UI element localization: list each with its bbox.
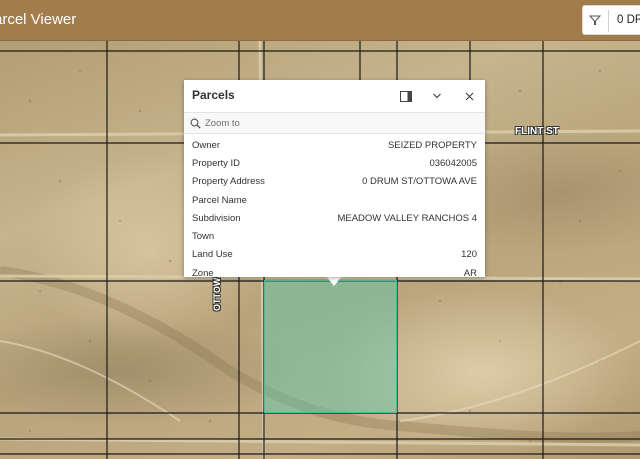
attribute-row: Zone AR <box>184 264 485 277</box>
attribute-row: Town <box>184 227 485 245</box>
filter-icon[interactable] <box>589 14 601 26</box>
attribute-value: AR <box>463 267 477 277</box>
attribute-row: Owner SEIZED PROPERTY <box>184 136 485 154</box>
chevron-down-icon <box>433 93 441 99</box>
zoom-to-label: Zoom to <box>205 118 240 129</box>
attribute-label: Zone <box>192 267 214 277</box>
attribute-row: Subdivision MEADOW VALLEY RANCHOS 4 <box>184 209 485 227</box>
parcel-popup: Parcels Zoom to Owner SEIZED PROPERTY Pr… <box>184 80 485 277</box>
zoom-to-button[interactable]: Zoom to <box>190 116 240 131</box>
attribute-label: Property Address <box>192 176 265 188</box>
attribute-label: Owner <box>192 139 220 151</box>
attribute-label: Subdivision <box>192 212 241 224</box>
attribute-row: Land Use 120 <box>184 246 485 264</box>
attribute-label: Land Use <box>192 249 233 261</box>
popup-pointer <box>326 276 342 286</box>
attribute-row: Property ID 036042005 <box>184 154 485 172</box>
search-box[interactable]: 0 DRUM <box>582 5 640 35</box>
popup-actions-bar: Zoom to <box>184 112 485 134</box>
collapse-button[interactable] <box>425 85 449 107</box>
zoom-to-icon <box>190 118 201 129</box>
attribute-value: SEIZED PROPERTY <box>387 139 477 151</box>
dock-button[interactable] <box>394 85 418 107</box>
attribute-value: 0 DRUM ST/OTTOWA AVE <box>362 176 477 188</box>
attribute-row: Parcel Name <box>184 191 485 209</box>
popup-attributes: Owner SEIZED PROPERTY Property ID 036042… <box>184 136 485 277</box>
attribute-row: Property Address 0 DRUM ST/OTTOWA AVE <box>184 173 485 191</box>
attribute-value: 036042005 <box>429 157 477 169</box>
app-title: arcel Viewer <box>0 11 77 28</box>
popup-title: Parcels <box>192 88 235 102</box>
attribute-value: MEADOW VALLEY RANCHOS 4 <box>337 212 477 224</box>
app-header: arcel Viewer 0 DRUM <box>0 0 640 41</box>
search-input[interactable]: 0 DRUM <box>617 14 640 26</box>
close-button[interactable] <box>457 85 481 107</box>
attribute-label: Property ID <box>192 157 241 169</box>
attribute-label: Parcel Name <box>192 194 247 206</box>
selected-parcel-highlight[interactable] <box>264 280 397 413</box>
dock-icon <box>400 90 412 102</box>
close-icon <box>465 92 473 100</box>
attribute-value: 120 <box>461 249 477 261</box>
search-divider <box>608 10 609 32</box>
attribute-label: Town <box>192 231 215 243</box>
street-label-flint: FLINT ST <box>515 126 559 137</box>
